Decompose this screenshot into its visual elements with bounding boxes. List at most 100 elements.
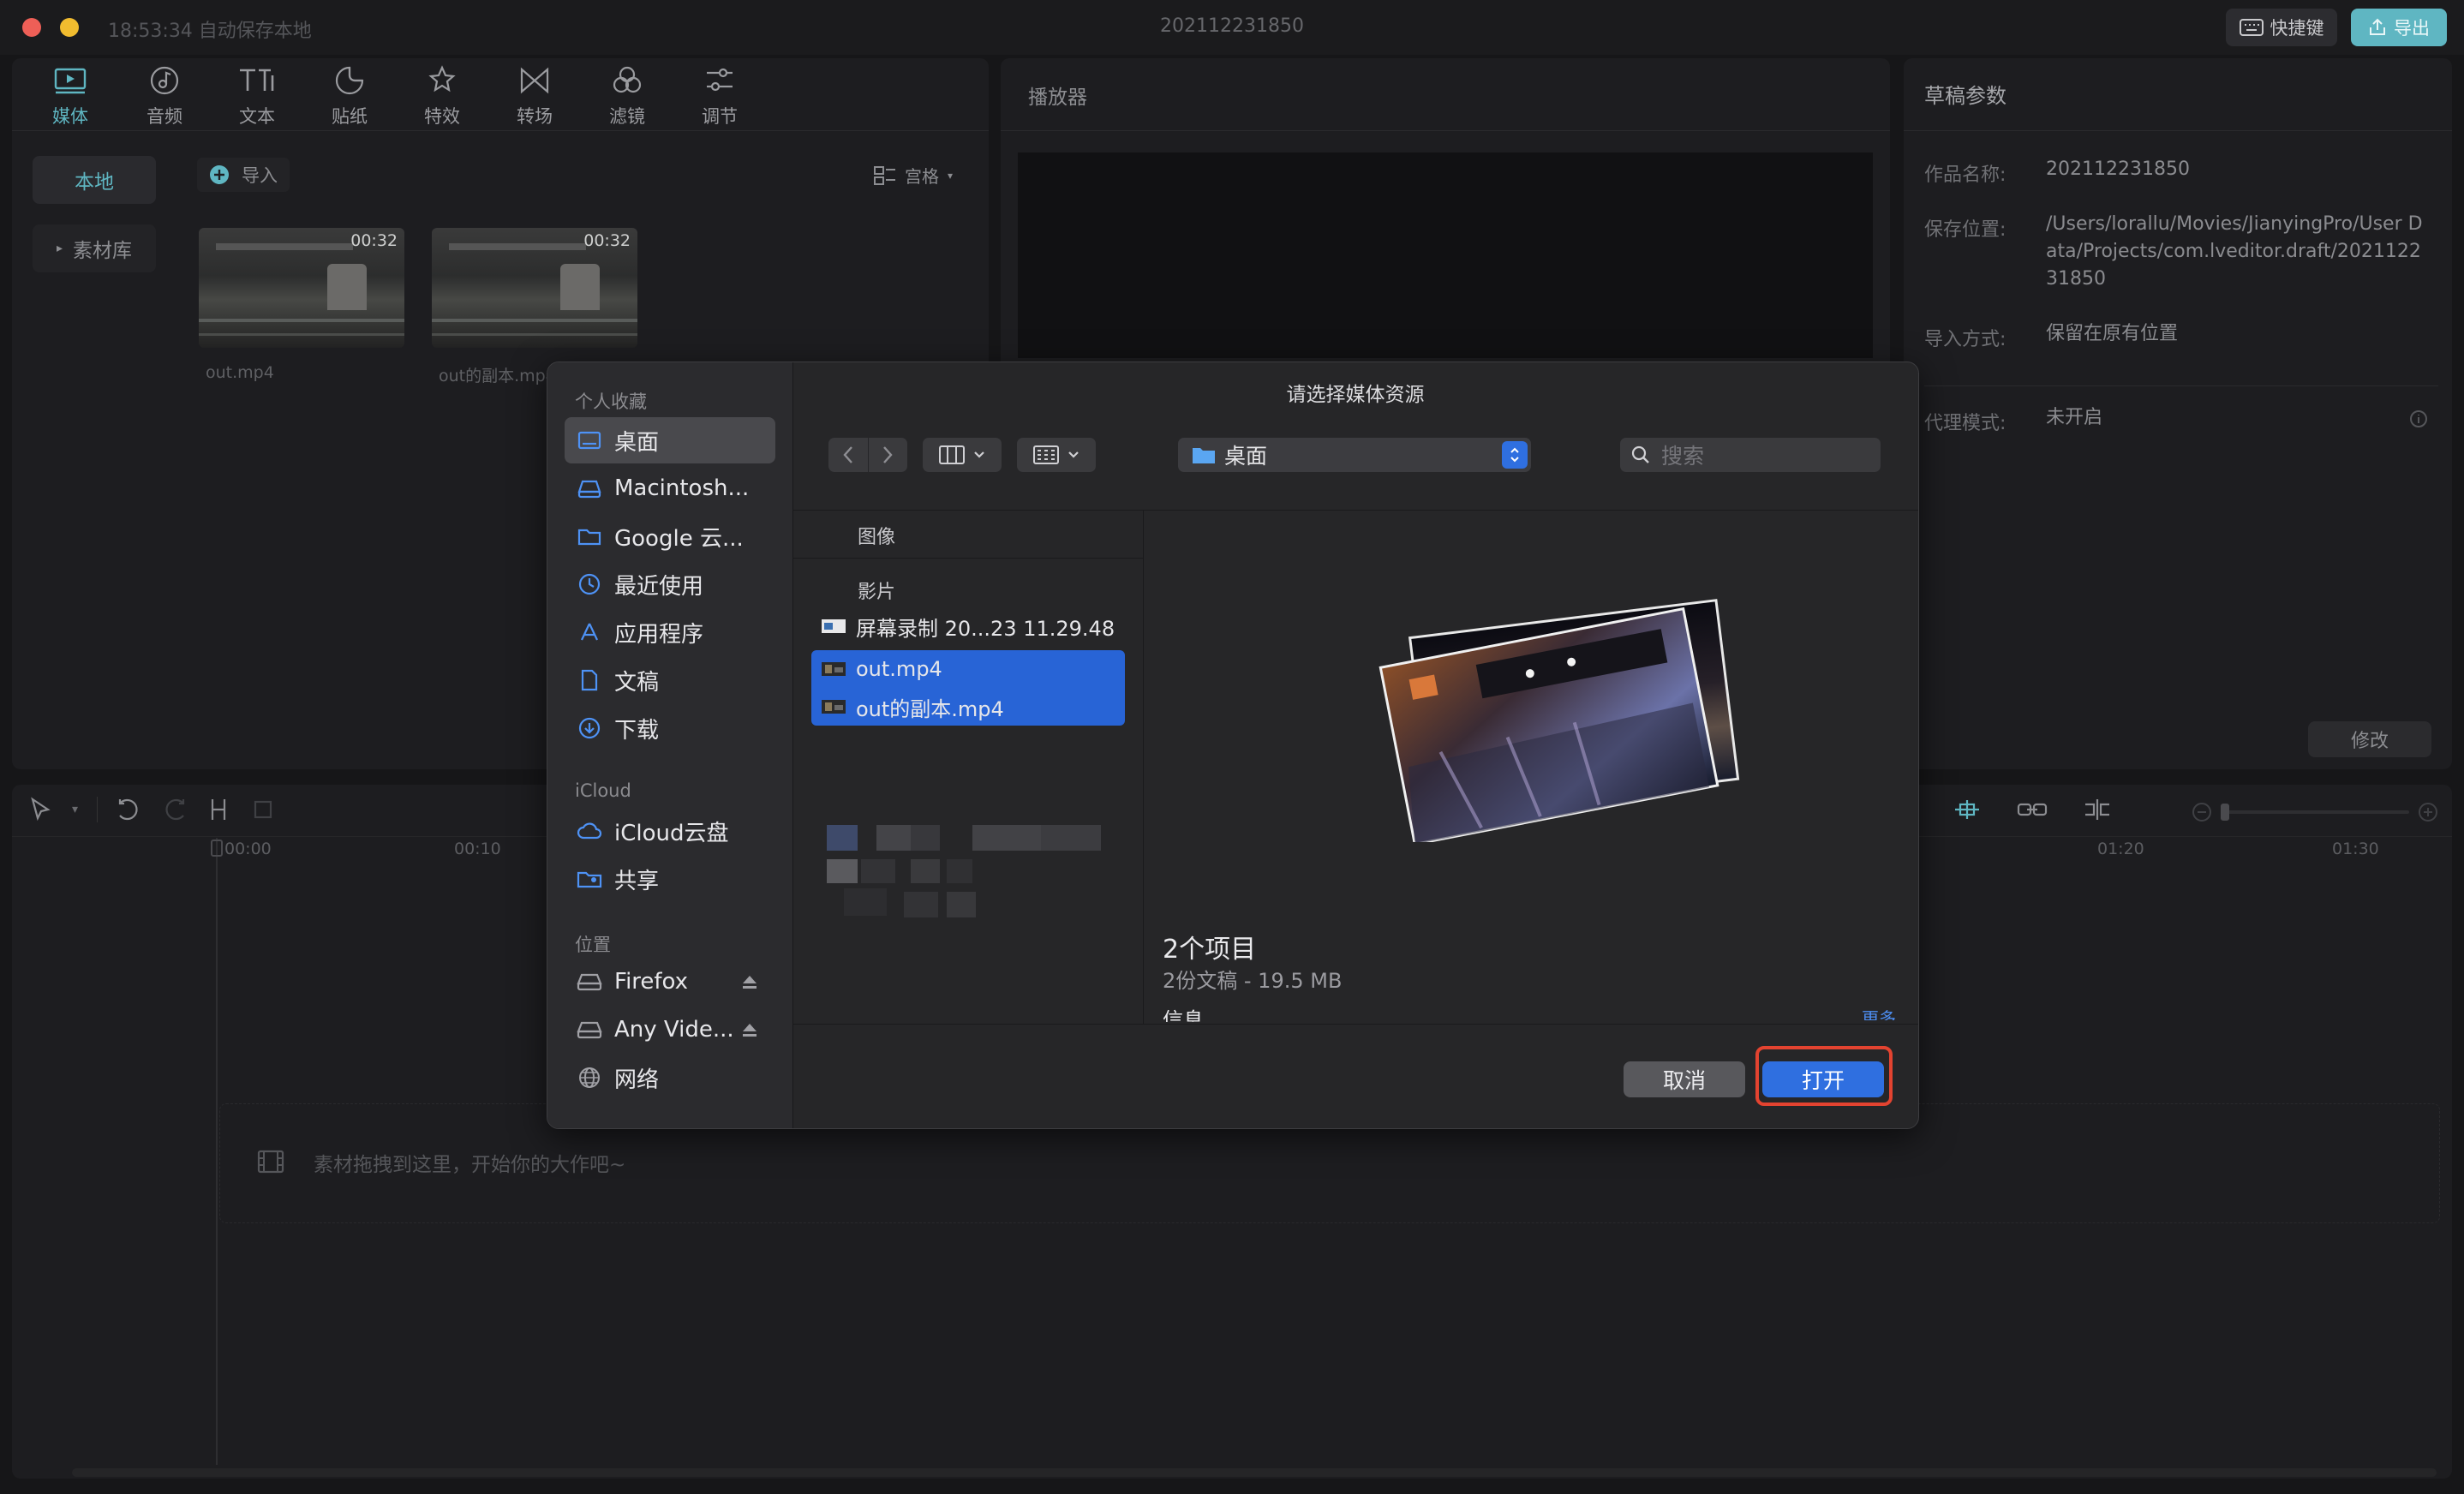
view-columns-button[interactable] <box>923 438 1002 472</box>
playhead[interactable] <box>216 838 218 1465</box>
tool-media[interactable]: 媒体 <box>27 63 113 128</box>
tool-transition[interactable]: 转场 <box>492 63 577 128</box>
adjust-icon <box>677 63 763 98</box>
group-button[interactable] <box>1017 438 1096 472</box>
undo-icon[interactable] <box>117 797 142 822</box>
sidebar-item-label: Firefox <box>614 969 689 995</box>
sidebar-heading-icloud: iCloud <box>575 780 631 801</box>
list-group-movies[interactable]: 影片 <box>858 577 895 604</box>
link-icon[interactable] <box>2017 797 2048 822</box>
file-row-screen-recording[interactable]: 屏幕录制 20...23 11.29.48 <box>811 607 1125 645</box>
player-title: 播放器 <box>1028 87 1087 109</box>
sidebar-item-label: Google 云... <box>614 525 744 552</box>
split-icon[interactable] <box>206 797 231 822</box>
sidebar-item-applications[interactable]: 应用程序 <box>565 609 775 655</box>
cancel-button[interactable]: 取消 <box>1624 1061 1745 1097</box>
chevron-left-icon[interactable] <box>828 445 868 464</box>
sidebar-item-google-drive[interactable]: Google 云... <box>565 513 775 559</box>
redo-icon[interactable] <box>161 797 187 822</box>
sidebar-item-label: Macintosh... <box>614 475 750 501</box>
sidebar-item-label: 共享 <box>614 868 660 894</box>
tool-effects-label: 特效 <box>424 106 460 127</box>
location-select[interactable]: 桌面 <box>1178 438 1531 472</box>
more-link[interactable]: 更多 <box>1862 1005 1896 1020</box>
sidebar-item-any-video[interactable]: Any Vide... <box>565 1007 775 1053</box>
sidebar-item-firefox[interactable]: Firefox <box>565 959 775 1005</box>
sidebar-item-downloads[interactable]: 下载 <box>565 705 775 751</box>
selection-count: 2个项目 <box>1163 935 1257 965</box>
media-library-label: 素材库 <box>73 240 133 262</box>
sidebar-item-label: 应用程序 <box>614 621 704 648</box>
timeline-scrollbar[interactable] <box>72 1468 2437 1477</box>
help-icon[interactable] <box>2409 409 2428 428</box>
clip-name: out的副本.mp4 <box>439 367 556 385</box>
sidebar-heading-locations: 位置 <box>575 935 611 955</box>
eject-icon[interactable] <box>741 1022 758 1037</box>
pointer-icon[interactable] <box>27 797 53 822</box>
chevron-down-icon <box>1068 451 1079 459</box>
eject-icon[interactable] <box>741 974 758 989</box>
sidebar-item-shared[interactable]: 共享 <box>565 856 775 902</box>
text-icon <box>214 63 300 98</box>
view-mode-select[interactable]: 宫格 ▾ <box>874 163 953 188</box>
modify-button[interactable]: 修改 <box>2308 721 2431 757</box>
player-canvas[interactable] <box>1018 152 1873 358</box>
playhead-handle[interactable] <box>211 840 223 857</box>
sidebar-item-macintosh[interactable]: Macintosh... <box>565 465 775 511</box>
media-icon <box>27 63 113 98</box>
hotkey-button[interactable]: 快捷键 <box>2226 9 2337 46</box>
chevron-down-icon[interactable]: ▾ <box>72 803 78 816</box>
export-button[interactable]: 导出 <box>2351 9 2447 46</box>
dialog-sidebar: 个人收藏 桌面 Macintosh... Google 云... 最近使用 应用… <box>547 362 793 1128</box>
zoom-thumb[interactable] <box>2221 804 2229 821</box>
draft-title: 草稿参数 <box>1924 84 2006 108</box>
zoom-slider[interactable] <box>2192 802 2438 822</box>
tool-adjust[interactable]: 调节 <box>677 63 763 128</box>
media-local-tab[interactable]: 本地 <box>33 156 156 204</box>
location-label: 桌面 <box>1224 444 1268 469</box>
document-icon <box>565 669 614 691</box>
file-preview-image <box>1370 594 1764 842</box>
file-row-out-copy-mp4[interactable]: out的副本.mp4 <box>811 688 1125 726</box>
search-icon <box>1630 445 1651 465</box>
import-button[interactable]: 导入 <box>197 158 290 192</box>
list-group-images[interactable]: 图像 <box>858 522 895 549</box>
media-library-tab[interactable]: ▸ 素材库 <box>33 224 156 272</box>
tool-text[interactable]: 文本 <box>214 63 300 128</box>
selection-detail: 2份文稿 - 19.5 MB <box>1163 969 1343 993</box>
draft-proxy-label: 代理模式: <box>1924 413 2006 434</box>
open-file-dialog: 个人收藏 桌面 Macintosh... Google 云... 最近使用 应用… <box>547 362 1919 1129</box>
sidebar-item-documents[interactable]: 文稿 <box>565 657 775 703</box>
globe-icon <box>565 1067 614 1089</box>
delete-icon[interactable] <box>250 797 276 822</box>
search-field[interactable]: 搜索 <box>1620 438 1881 472</box>
tool-effects[interactable]: 特效 <box>399 63 485 128</box>
sidebar-item-network[interactable]: 网络 <box>565 1055 775 1101</box>
download-icon <box>565 717 614 739</box>
file-row-out-mp4[interactable]: out.mp4 <box>811 650 1125 688</box>
open-button-highlight-box <box>1755 1046 1893 1106</box>
media-clip-thumbnail[interactable]: 00:32 <box>432 228 637 348</box>
sidebar-item-recents[interactable]: 最近使用 <box>565 561 775 607</box>
zoom-track[interactable] <box>2221 804 2409 821</box>
zoom-out-icon[interactable] <box>2192 802 2212 822</box>
zoom-in-icon[interactable] <box>2418 802 2438 822</box>
add-circle-icon <box>209 164 230 185</box>
clip-duration: 00:32 <box>350 231 398 250</box>
chevron-right-icon[interactable] <box>868 445 907 464</box>
clock-icon <box>565 573 614 595</box>
media-clip-thumbnail[interactable]: 00:32 <box>199 228 404 348</box>
desktop-icon <box>565 430 614 451</box>
sidebar-heading-favorites: 个人收藏 <box>575 391 647 412</box>
sidebar-item-icloud-drive[interactable]: iCloud云盘 <box>565 808 775 854</box>
tool-audio[interactable]: 音频 <box>122 63 207 128</box>
sidebar-item-label: 桌面 <box>614 429 660 456</box>
magnet-icon[interactable] <box>1952 797 1983 822</box>
tool-filter[interactable]: 滤镜 <box>584 63 670 128</box>
tool-sticker[interactable]: 贴纸 <box>307 63 392 128</box>
caret-down-icon: ▾ <box>948 169 954 182</box>
preview-axis-icon[interactable] <box>2082 797 2113 822</box>
column-divider <box>1143 510 1144 1024</box>
search-input[interactable]: 搜索 <box>1661 439 1704 470</box>
sidebar-item-desktop[interactable]: 桌面 <box>565 417 775 463</box>
